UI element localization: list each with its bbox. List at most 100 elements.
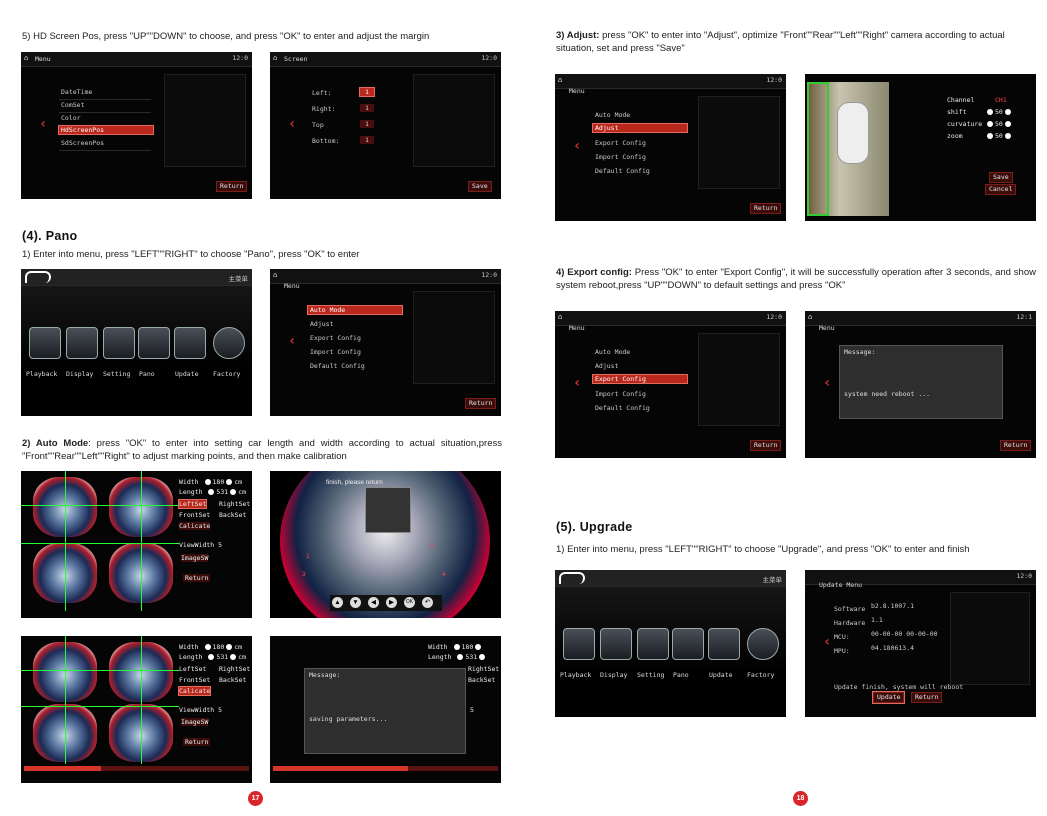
update-button[interactable]: Update <box>871 691 906 704</box>
menu-item-comset[interactable]: ComSet <box>61 101 84 109</box>
playback-label: Playback <box>560 671 592 679</box>
menu-item-adjust[interactable]: Adjust <box>592 123 688 133</box>
chevron-left-icon[interactable]: ‹ <box>39 116 47 132</box>
mark-point-2[interactable]: 2 <box>430 543 434 550</box>
right-button[interactable]: ▶ <box>386 597 397 608</box>
menu-item-default-config[interactable]: Default Config <box>595 167 650 175</box>
zoom-stepper[interactable]: 50 <box>985 132 1013 140</box>
pano-icon[interactable] <box>138 327 170 359</box>
left-button[interactable]: ◀ <box>368 597 379 608</box>
chevron-left-icon[interactable]: ‹ <box>288 333 296 349</box>
return-button[interactable]: Return <box>183 574 211 582</box>
display-icon[interactable] <box>600 628 632 660</box>
playback-icon[interactable] <box>563 628 595 660</box>
pano-icon[interactable] <box>672 628 704 660</box>
return-button[interactable]: Return <box>750 203 782 214</box>
return-button[interactable]: Return <box>1000 440 1032 451</box>
right-value[interactable]: 1 <box>360 104 374 112</box>
menu-item-adjust[interactable]: Adjust <box>310 320 333 328</box>
save-button[interactable]: Save <box>989 172 1013 183</box>
chevron-left-icon[interactable]: ‹ <box>823 375 831 391</box>
menu-item-export-config[interactable]: Export Config <box>592 374 688 384</box>
setting-icon[interactable] <box>637 628 669 660</box>
preview-panel <box>164 74 246 167</box>
playback-icon[interactable] <box>29 327 61 359</box>
home-icon[interactable]: ⌂ <box>558 314 565 321</box>
menu-item-color[interactable]: Color <box>61 114 81 122</box>
update-icon[interactable] <box>174 327 206 359</box>
home-icon[interactable]: ⌂ <box>273 55 280 62</box>
rightset-button[interactable]: RightSet <box>219 665 250 673</box>
top-value[interactable]: 1 <box>360 120 374 128</box>
menu-item-export-config[interactable]: Export Config <box>595 139 646 147</box>
left-value[interactable]: 1 <box>359 87 375 97</box>
return-button[interactable]: Return <box>183 738 211 746</box>
bottom-value[interactable]: 1 <box>360 136 374 144</box>
pano-label: Pano <box>139 370 155 378</box>
ok-button[interactable]: OK <box>404 597 415 608</box>
menu-item-import-config[interactable]: Import Config <box>310 348 361 356</box>
software-label: Software <box>834 605 866 613</box>
chevron-left-icon[interactable]: ‹ <box>573 138 581 154</box>
calicate-button[interactable]: Calicate <box>179 522 211 530</box>
undo-button[interactable]: ↶ <box>422 597 433 608</box>
home-icon[interactable]: ⌂ <box>273 272 280 279</box>
menu-item-sdscreenpos[interactable]: SdScreenPos <box>61 139 104 147</box>
menu-item-default-config[interactable]: Default Config <box>310 362 365 370</box>
shift-stepper[interactable]: 50 <box>985 108 1013 116</box>
pano-menu-screen: ⌂ Menu 12:0 ‹ Auto Mode Adjust Export Co… <box>270 269 501 416</box>
channel-value[interactable]: CH1 <box>995 96 1007 104</box>
mark-point-4[interactable]: 4 <box>442 571 446 578</box>
chevron-left-icon[interactable]: ‹ <box>573 375 581 391</box>
setting-icon[interactable] <box>103 327 135 359</box>
right-label: Right: <box>312 105 336 113</box>
menu-item-adjust[interactable]: Adjust <box>595 362 618 370</box>
menu-item-auto-mode[interactable]: Auto Mode <box>595 111 630 119</box>
backset-button[interactable]: BackSet <box>219 676 246 684</box>
frontset-button[interactable]: FrontSet <box>179 676 210 684</box>
leftset-button[interactable]: LeftSet <box>179 665 206 673</box>
return-button[interactable]: Return <box>465 398 497 409</box>
back-icon[interactable] <box>559 572 585 584</box>
factory-icon[interactable] <box>213 327 245 359</box>
menu-item-import-config[interactable]: Import Config <box>595 153 646 161</box>
menu-item-export-config[interactable]: Export Config <box>310 334 361 342</box>
menu-item-hdscreenpos[interactable]: HdScreenPos <box>58 125 154 135</box>
menu-item-default-config[interactable]: Default Config <box>595 404 650 412</box>
update-icon[interactable] <box>708 628 740 660</box>
backset-button[interactable]: BackSet <box>219 511 246 519</box>
adjust-text: 3) Adjust: press "OK" to enter into "Adj… <box>556 29 1036 55</box>
imagesw-button[interactable]: ImageSW <box>181 718 209 726</box>
calicate-button[interactable]: Calicate <box>177 686 212 696</box>
mcu-value: 00-00-00 00-00-00 <box>871 630 938 638</box>
menu-item-auto-mode[interactable]: Auto Mode <box>307 305 403 315</box>
frontset-button[interactable]: FrontSet <box>179 511 210 519</box>
menu-item-import-config[interactable]: Import Config <box>595 390 646 398</box>
chevron-left-icon[interactable]: ‹ <box>288 116 296 132</box>
return-button[interactable]: Return <box>750 440 782 451</box>
save-button[interactable]: Save <box>468 181 492 192</box>
mark-point-3[interactable]: 3 <box>302 571 306 578</box>
mark-point-1[interactable]: 1 <box>306 553 310 560</box>
length-label: Length 531 cm <box>179 653 246 661</box>
chevron-left-icon[interactable]: ‹ <box>823 634 831 650</box>
imagesw-button[interactable]: ImageSW <box>181 554 209 562</box>
display-icon[interactable] <box>66 327 98 359</box>
return-button[interactable]: Return <box>216 181 248 192</box>
curvature-stepper[interactable]: 50 <box>985 120 1013 128</box>
menu-item-datetime[interactable]: DateTime <box>61 88 92 96</box>
home-icon[interactable]: ⌂ <box>558 77 565 84</box>
leftset-button[interactable]: LeftSet <box>177 499 208 509</box>
down-button[interactable]: ▼ <box>350 597 361 608</box>
hd-screen-menu: ⌂ Menu 12:0 ‹ DateTime ComSet Color HdSc… <box>21 52 252 199</box>
home-icon[interactable]: ⌂ <box>808 314 815 321</box>
cancel-button[interactable]: Cancel <box>985 184 1017 195</box>
up-button[interactable]: ▲ <box>332 597 343 608</box>
home-icon[interactable]: ⌂ <box>24 55 31 62</box>
menu-item-auto-mode[interactable]: Auto Mode <box>595 348 630 356</box>
menu-title: Menu <box>569 324 585 332</box>
return-button[interactable]: Return <box>911 692 943 703</box>
rightset-button[interactable]: RightSet <box>219 500 250 508</box>
back-icon[interactable] <box>25 271 51 283</box>
factory-icon[interactable] <box>747 628 779 660</box>
